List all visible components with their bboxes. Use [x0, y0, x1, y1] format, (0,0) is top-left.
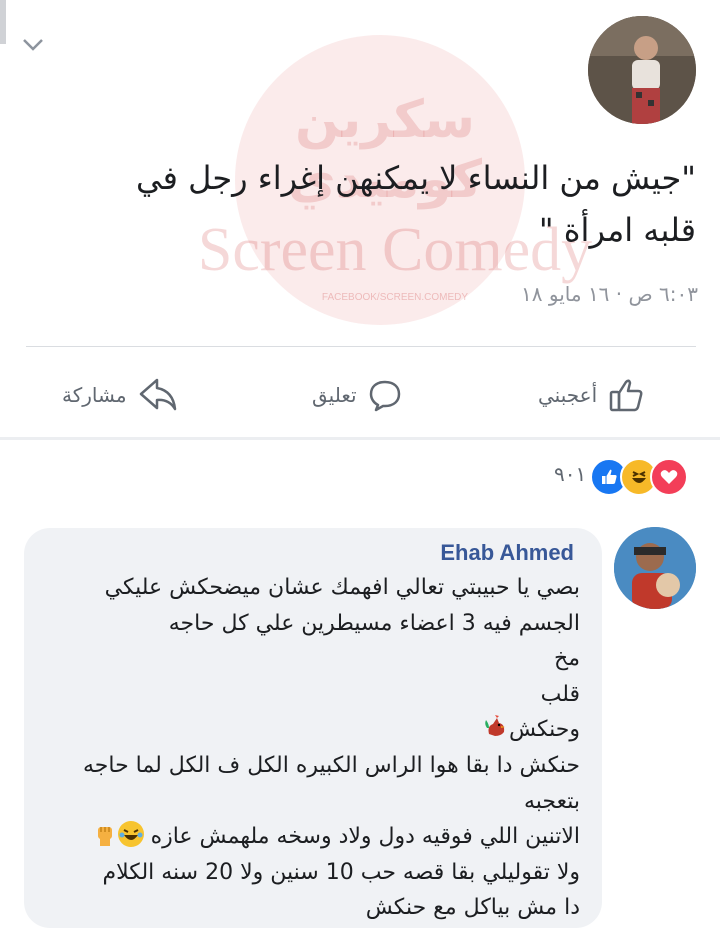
- comment-line: دا مش بياكل مع حنكش: [365, 895, 580, 921]
- laughing-tears-icon: [117, 821, 144, 848]
- comment-label: تعليق: [312, 383, 357, 407]
- reaction-count[interactable]: ٩٠١: [554, 462, 586, 486]
- comment-author-name[interactable]: Ehab Ahmed: [380, 540, 574, 566]
- raised-fist-icon: [92, 821, 118, 847]
- comment-text: بصي يا حبيبتي تعالي افهمك عشان ميضحكش عل…: [40, 570, 580, 926]
- comment-line: بصي يا حبيبتي تعالي افهمك عشان ميضحكش عل…: [104, 575, 580, 600]
- reactions-summary[interactable]: [590, 458, 688, 496]
- comment-line-with-emoji: الاتنين اللي فوقيه دول ولاد وسخه ملهمش ع…: [40, 819, 580, 855]
- comment-line: وحنكش: [508, 717, 580, 743]
- poster-avatar[interactable]: [588, 16, 696, 124]
- avatar-photo: [588, 16, 696, 124]
- post-options-button[interactable]: [18, 32, 48, 58]
- post-text-line-1: "جيش من النساء لا يمكنهن إغراء رجل في: [135, 159, 696, 197]
- speech-bubble-icon: [369, 380, 400, 412]
- share-label: مشاركة: [62, 383, 127, 407]
- share-button[interactable]: مشاركة: [62, 370, 179, 420]
- thumbs-up-icon: [609, 379, 643, 412]
- post-text: "جيش من النساء لا يمكنهن إغراء رجل في قل…: [40, 152, 696, 256]
- like-label: أعجبني: [538, 383, 598, 407]
- comment-line: مخ: [554, 646, 580, 672]
- commenter-avatar[interactable]: [614, 527, 696, 609]
- love-reaction-icon: [650, 458, 688, 496]
- comment-button[interactable]: تعليق: [312, 370, 403, 420]
- comment-line: حنكش دا بقا هوا الراس الكبيره الكل ف الك…: [82, 752, 580, 778]
- chevron-down-icon: [23, 39, 43, 51]
- comment-line: الاتنين اللي فوقيه دول ولاد وسخه ملهمش ع…: [150, 824, 580, 850]
- share-arrow-icon: [139, 378, 176, 411]
- post-timestamp[interactable]: ٦:٠٣ ص · ١٦ مايو ١٨: [420, 282, 698, 306]
- comment-line-with-emoji: وحنكش: [40, 712, 580, 748]
- comment-line: الجسم فيه 3 اعضاء مسيطرين علي كل حاجه: [168, 610, 580, 636]
- avatar-photo: [614, 527, 696, 609]
- comment-line: ولا تقوليلي بقا قصه حب 10 سنين ولا 20 سن…: [102, 859, 580, 885]
- rooster-icon: [483, 714, 509, 740]
- like-button[interactable]: أعجبني: [538, 370, 645, 420]
- post-text-line-2: قلبه امرأة ": [538, 211, 696, 249]
- comment-line: قلب: [540, 681, 580, 707]
- section-divider: [0, 437, 720, 440]
- comment-line: بتعجبه: [523, 788, 580, 814]
- left-edge-bar: [0, 0, 6, 44]
- divider: [26, 346, 696, 347]
